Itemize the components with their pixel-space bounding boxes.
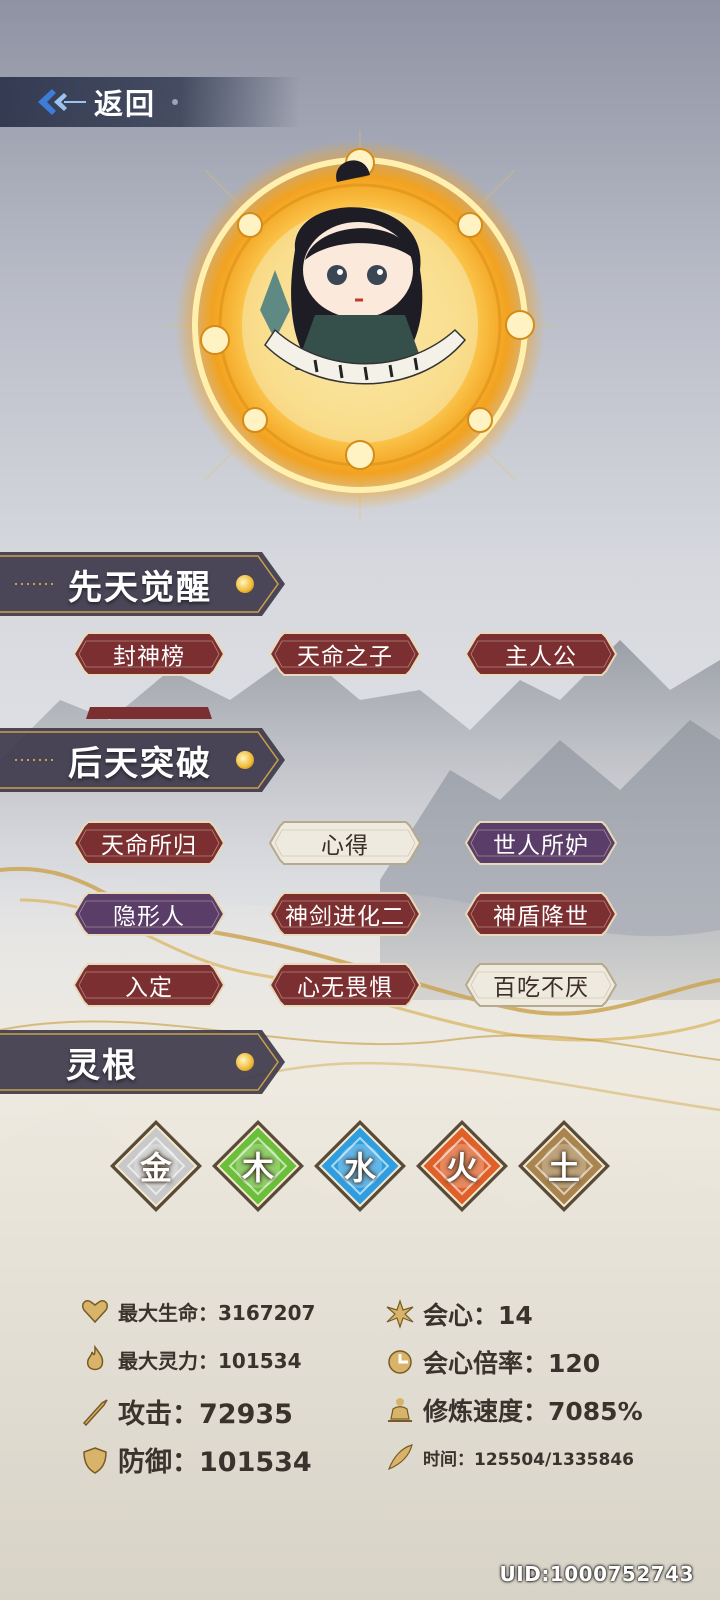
- tag-label: 神盾降世: [493, 904, 589, 930]
- stat-defense: 防御：101534: [80, 1440, 312, 1479]
- stat-crit-rate: 会心倍率：120: [385, 1344, 600, 1380]
- root-char: 水: [343, 1149, 376, 1187]
- section-title: 灵根: [66, 1046, 138, 1086]
- stat-max-hp: 最大生命：3167207: [80, 1296, 315, 1326]
- tag-innate-2[interactable]: 主人公: [464, 631, 618, 677]
- spirit-root-2[interactable]: 水: [312, 1118, 408, 1214]
- sword-icon: [82, 1398, 108, 1426]
- feather-icon: [387, 1444, 413, 1471]
- tag-label: 神剑进化二: [285, 904, 405, 930]
- spirit-root-4[interactable]: 土: [516, 1118, 612, 1214]
- spirit-root-1[interactable]: 木: [210, 1118, 306, 1214]
- section-acquired-breakthrough: 后天突破: [0, 728, 285, 792]
- header-dot: [172, 99, 179, 105]
- tag-acquired-6[interactable]: 入定: [72, 962, 226, 1008]
- spirit-root-0[interactable]: 金: [108, 1118, 204, 1214]
- tag-label: 世人所妒: [493, 833, 589, 859]
- root-char: 火: [445, 1149, 478, 1187]
- stat-cultivation: 修炼速度：7085%: [385, 1392, 643, 1428]
- burst-icon: [386, 1299, 414, 1329]
- tag-label: 天命之子: [297, 644, 393, 670]
- stat-time: 时间：125504/1335846: [385, 1442, 634, 1472]
- section-title: 先天觉醒: [68, 568, 212, 608]
- tag-acquired-0[interactable]: 天命所归: [72, 820, 226, 866]
- tag-acquired-2[interactable]: 世人所妒: [464, 820, 618, 866]
- root-char: 金: [139, 1149, 172, 1187]
- section-title: 后天突破: [68, 744, 212, 784]
- tag-acquired-8[interactable]: 百吃不厌: [464, 962, 618, 1008]
- tag-label: 百吃不厌: [493, 975, 589, 1001]
- tag-innate-0[interactable]: 封神榜: [72, 631, 226, 677]
- tag-label: 封神榜: [113, 644, 185, 670]
- tag-label: 隐形人: [113, 904, 185, 930]
- stat-attack: 攻击：72935: [80, 1392, 293, 1431]
- orb-icon: [236, 575, 254, 593]
- tag-label: 入定: [125, 975, 173, 1001]
- back-button[interactable]: 返回: [0, 77, 300, 127]
- tag-acquired-7[interactable]: 心无畏惧: [268, 962, 422, 1008]
- tag-acquired-5[interactable]: 神盾降世: [464, 891, 618, 937]
- tag-label: 天命所归: [101, 833, 197, 859]
- spirit-root-3[interactable]: 火: [414, 1118, 510, 1214]
- target-icon: [388, 1350, 412, 1374]
- tag-innate-1[interactable]: 天命之子: [268, 631, 422, 677]
- heart-icon: [81, 1299, 109, 1324]
- back-label: 返回: [94, 87, 157, 121]
- tag-label: 心无畏惧: [297, 975, 393, 1001]
- tag-label: 主人公: [505, 644, 577, 670]
- orb-icon: [236, 1053, 254, 1071]
- tag-acquired-4[interactable]: 神剑进化二: [268, 891, 422, 937]
- character-portrait: [165, 130, 555, 520]
- shield-icon: [83, 1446, 107, 1474]
- section-spirit-roots: 灵根: [0, 1030, 285, 1094]
- back-arrow-icon: [38, 89, 86, 115]
- orb-icon: [236, 751, 254, 769]
- root-char: 木: [241, 1149, 274, 1187]
- tag-acquired-3[interactable]: 隐形人: [72, 891, 226, 937]
- section-innate-awakening: 先天觉醒: [0, 552, 285, 616]
- stat-max-sp: 最大灵力：101534: [80, 1344, 302, 1374]
- tag-label: 心得: [321, 833, 369, 859]
- flame-icon: [86, 1344, 104, 1371]
- meditation-icon: [388, 1398, 412, 1422]
- stat-crit: 会心：14: [385, 1296, 533, 1332]
- tag-acquired-1[interactable]: 心得: [268, 820, 422, 866]
- root-char: 土: [547, 1149, 580, 1187]
- uid-label: UID:1000752743: [499, 1562, 694, 1586]
- partial-tag: [86, 707, 212, 719]
